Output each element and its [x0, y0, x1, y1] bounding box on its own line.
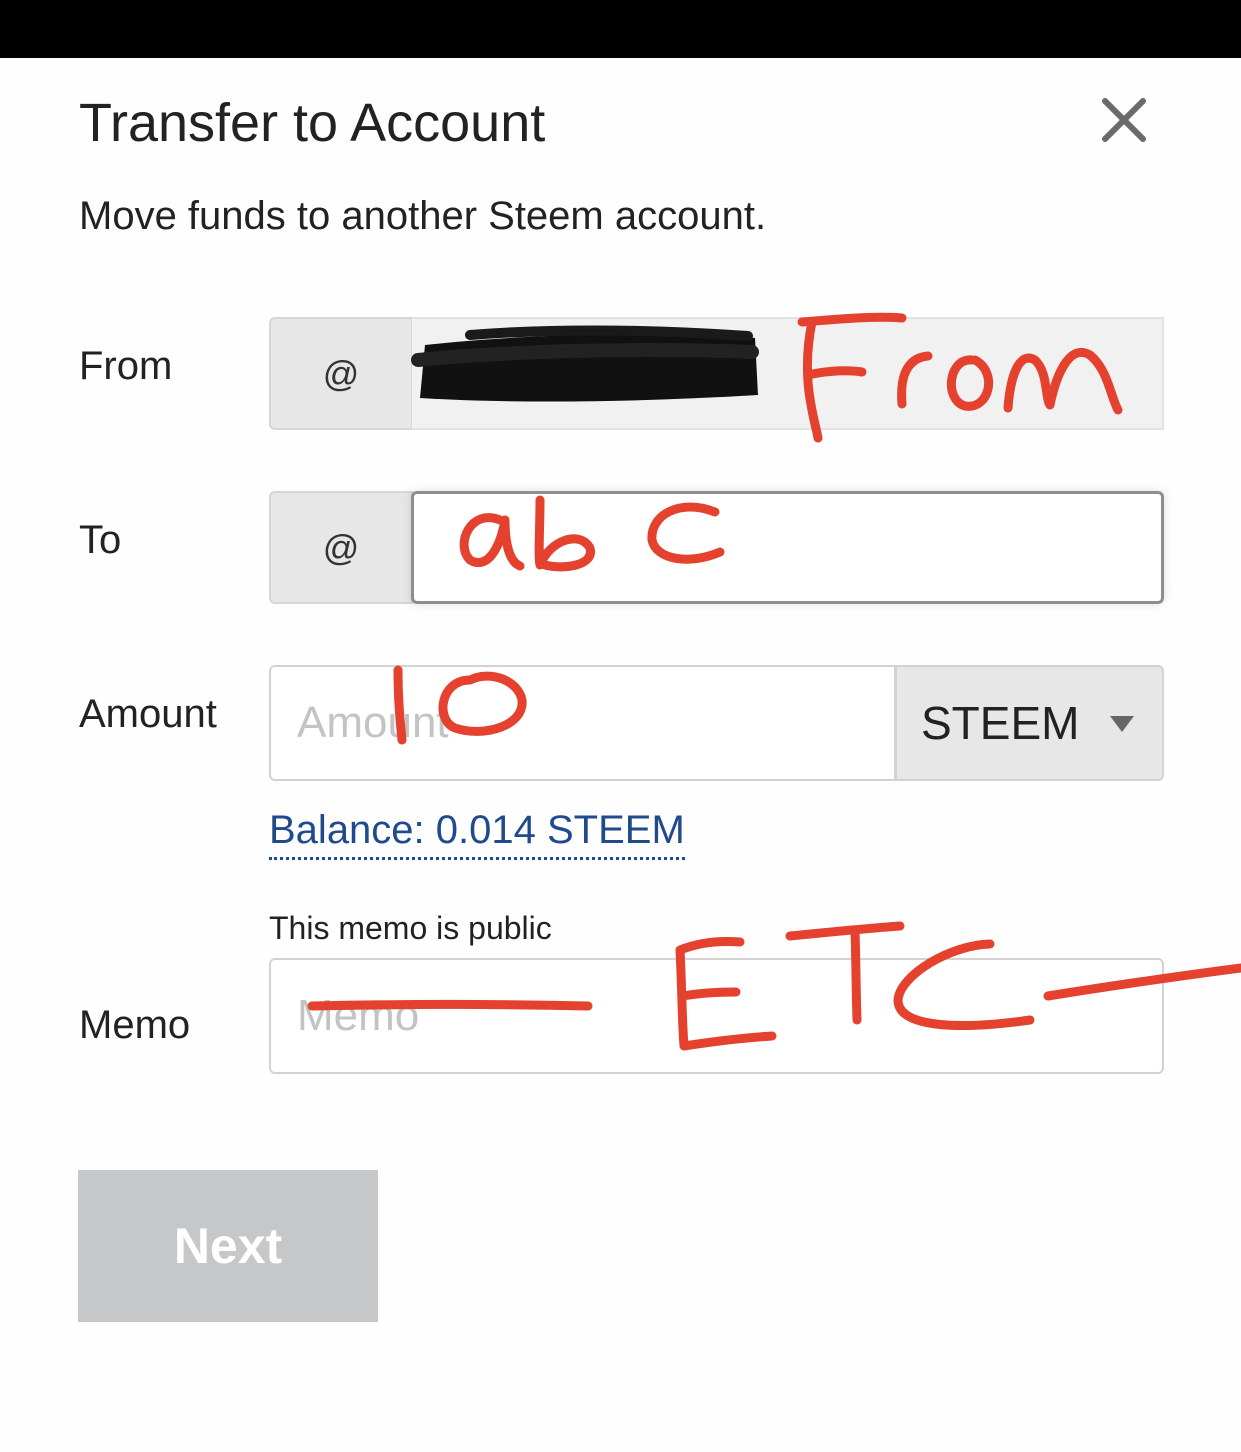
to-at-prefix: @	[269, 491, 413, 604]
dialog-title: Transfer to Account	[79, 93, 546, 153]
amount-label: Amount	[79, 692, 217, 736]
memo-input[interactable]	[269, 958, 1164, 1074]
to-account-input[interactable]	[411, 491, 1164, 604]
amount-input[interactable]	[269, 665, 896, 781]
from-label: From	[79, 344, 173, 388]
to-label: To	[79, 518, 122, 562]
dialog-subtitle: Move funds to another Steem account.	[79, 194, 767, 238]
next-button[interactable]: Next	[78, 1170, 378, 1322]
asset-select-value: STEEM	[921, 697, 1080, 749]
from-at-prefix: @	[269, 317, 413, 430]
asset-select[interactable]: STEEM	[895, 665, 1164, 781]
memo-label: Memo	[79, 1003, 191, 1047]
memo-public-note: This memo is public	[269, 910, 552, 946]
top-status-bar	[0, 0, 1241, 58]
balance-link[interactable]: Balance: 0.014 STEEM	[269, 808, 685, 860]
from-field	[412, 317, 1164, 430]
chevron-down-icon	[1110, 716, 1134, 732]
close-icon[interactable]	[1100, 96, 1148, 144]
